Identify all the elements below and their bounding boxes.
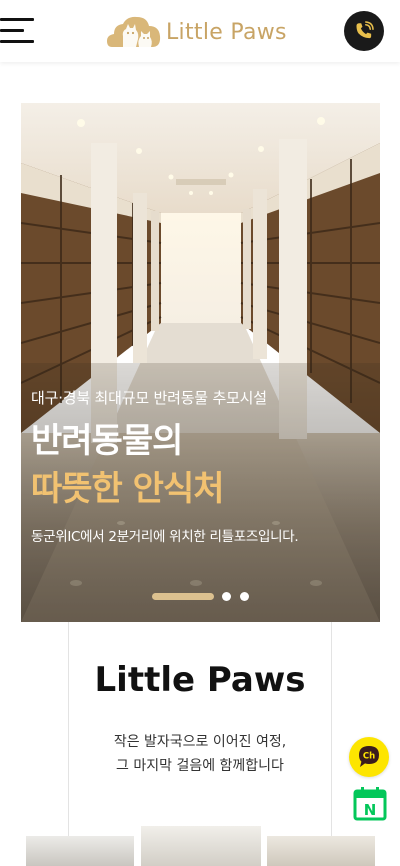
hero-title-line1: 반려동물의: [31, 421, 183, 461]
about-text-line2: 그 마지막 걸음에 함께합니다: [116, 758, 284, 774]
hero-title-line2: 따뜻한 안식처: [31, 469, 225, 509]
call-button[interactable]: [344, 11, 384, 51]
hero-description: 동군위IC에서 2분거리에 위치한 리틀포즈입니다.: [31, 529, 299, 545]
kakao-channel-button[interactable]: Ch: [349, 737, 389, 777]
phone-call-icon: [356, 21, 374, 39]
slider-pagination: [152, 591, 249, 601]
brand-logo[interactable]: Little Paws: [106, 12, 287, 52]
cloud-pets-logo-icon: [107, 16, 161, 47]
brand-name: Little Paws: [166, 19, 287, 45]
slider-dot-active[interactable]: [152, 592, 214, 600]
kakao-channel-icon: Ch: [359, 746, 379, 767]
gallery-thumbnail[interactable]: [26, 836, 134, 866]
naver-label: N: [364, 801, 377, 819]
gallery-thumbnail[interactable]: [141, 826, 261, 866]
gallery-thumbnail[interactable]: [267, 836, 375, 866]
gallery-thumbnails: [0, 826, 400, 866]
naver-booking-button[interactable]: N: [352, 786, 388, 822]
hamburger-menu-icon[interactable]: [0, 18, 34, 44]
naver-calendar-icon: N: [353, 787, 387, 821]
about-text-line1: 작은 발자국으로 이어진 여정,: [113, 734, 287, 750]
kakao-label: Ch: [363, 752, 375, 762]
slider-dot[interactable]: [222, 591, 231, 601]
about-title: Little Paws: [94, 660, 306, 700]
slider-dot[interactable]: [240, 591, 249, 601]
hero-subtitle: 대구·경북 최대규모 반려동물 추모시설: [31, 389, 267, 407]
hero-slider[interactable]: 대구·경북 최대규모 반려동물 추모시설 반려동물의 따뜻한 안식처 동군위IC…: [21, 103, 380, 622]
top-header: Little Paws: [0, 0, 400, 62]
